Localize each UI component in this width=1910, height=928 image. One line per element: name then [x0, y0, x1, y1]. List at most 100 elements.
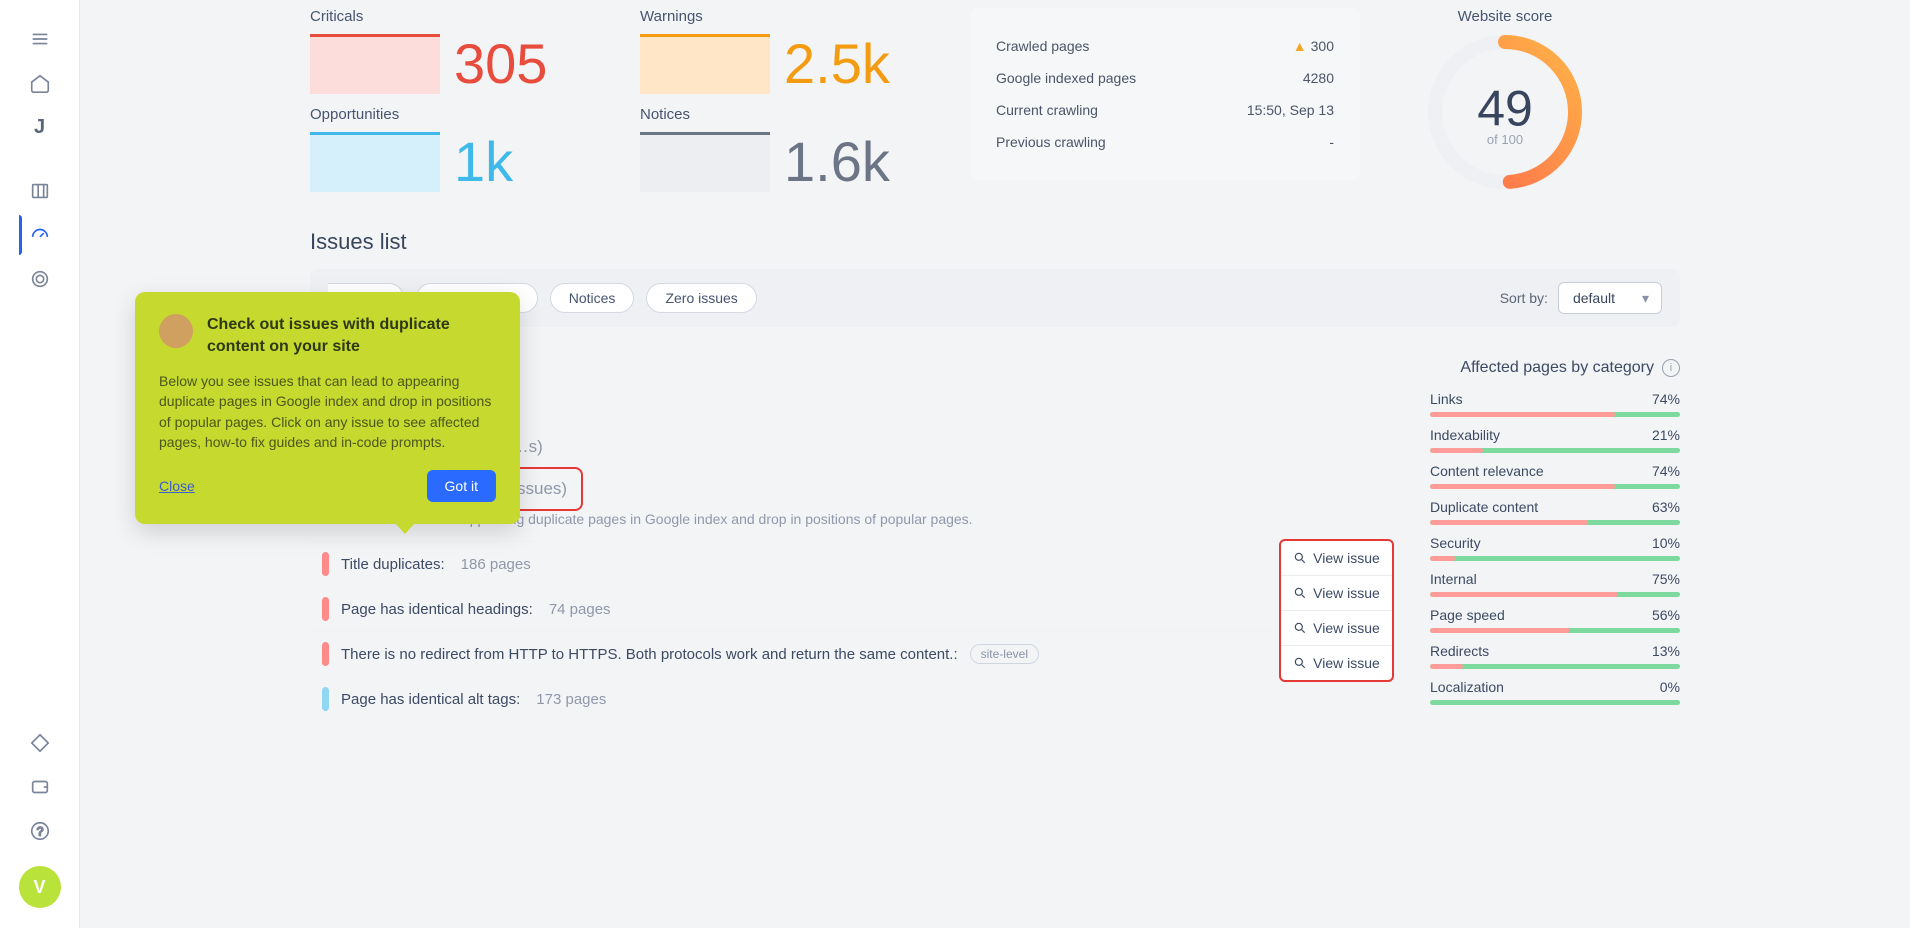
- warning-icon: ▲: [1293, 38, 1307, 54]
- category-row[interactable]: Redirects13%: [1430, 643, 1680, 659]
- onboarding-popup: Check out issues with duplicate content …: [135, 292, 520, 524]
- category-bar: [1430, 448, 1680, 453]
- help-icon[interactable]: ?: [19, 810, 61, 852]
- score-value: 49: [1477, 80, 1533, 138]
- issue-row[interactable]: Title duplicates:186 pages: [310, 541, 1394, 586]
- metric-label: Warnings: [640, 8, 940, 25]
- info-value: -: [1329, 134, 1334, 150]
- category-row[interactable]: Page speed56%: [1430, 607, 1680, 623]
- info-value: 300: [1311, 38, 1334, 54]
- view-issue-button[interactable]: View issue: [1281, 646, 1392, 680]
- view-issue-button[interactable]: View issue: [1281, 611, 1392, 646]
- search-icon: [1293, 551, 1307, 565]
- category-name: Internal: [1430, 571, 1477, 587]
- issue-pages: 186 pages: [461, 556, 531, 573]
- metric-value: 1.6k: [784, 134, 890, 190]
- category-row[interactable]: Content relevance74%: [1430, 463, 1680, 479]
- view-issue-button[interactable]: View issue: [1281, 541, 1392, 576]
- bar-icon: [310, 34, 440, 94]
- category-bar: [1430, 664, 1680, 669]
- category-row[interactable]: Links74%: [1430, 391, 1680, 407]
- sort-select[interactable]: default: [1558, 282, 1662, 314]
- metric-warnings[interactable]: Warnings 2.5k: [640, 8, 940, 94]
- filter-notices[interactable]: Notices: [550, 283, 635, 313]
- category-bar: [1430, 556, 1680, 561]
- category-bar: [1430, 592, 1680, 597]
- category-percent: 63%: [1652, 499, 1680, 515]
- severity-marker: [322, 642, 329, 666]
- sidebar: J ? V: [0, 0, 80, 928]
- issue-row[interactable]: Page has identical headings:74 pages: [310, 586, 1394, 631]
- columns-icon[interactable]: [19, 170, 61, 212]
- popup-title: Check out issues with duplicate content …: [207, 314, 496, 357]
- bar-icon: [310, 132, 440, 192]
- category-row[interactable]: Security10%: [1430, 535, 1680, 551]
- issue-pages: 173 pages: [536, 691, 606, 708]
- issue-title: There is no redirect from HTTP to HTTPS.…: [341, 646, 958, 663]
- filter-zero-issues[interactable]: Zero issues: [646, 283, 756, 313]
- category-percent: 74%: [1652, 391, 1680, 407]
- category-row[interactable]: Indexability 21%: [1430, 427, 1680, 443]
- category-bar: [1430, 520, 1680, 525]
- severity-marker: [322, 552, 329, 576]
- metric-opportunities[interactable]: Opportunities 1k: [310, 106, 610, 192]
- letter-j-icon[interactable]: J: [19, 106, 61, 148]
- metric-label: Notices: [640, 106, 940, 123]
- category-percent: 0%: [1660, 679, 1680, 695]
- info-label: Google indexed pages: [996, 70, 1136, 86]
- diamond-icon[interactable]: [19, 722, 61, 764]
- info-icon[interactable]: i: [1662, 359, 1680, 377]
- view-issue-column: View issueView issueView issueView issue: [1279, 539, 1394, 682]
- target-icon[interactable]: [19, 258, 61, 300]
- severity-marker: [322, 687, 329, 711]
- menu-icon[interactable]: [19, 18, 61, 60]
- popup-gotit-button[interactable]: Got it: [427, 470, 496, 502]
- info-value: 4280: [1303, 70, 1334, 86]
- info-label: Current crawling: [996, 102, 1098, 118]
- search-icon: [1293, 586, 1307, 600]
- issue-title: Page has identical headings:: [341, 601, 533, 618]
- category-percent: 21%: [1652, 427, 1680, 443]
- popup-close-button[interactable]: Close: [159, 478, 195, 494]
- site-level-tag: site-level: [970, 644, 1039, 664]
- category-name: Duplicate content: [1430, 499, 1538, 515]
- metric-value: 305: [454, 36, 547, 92]
- issue-row[interactable]: There is no redirect from HTTP to HTTPS.…: [310, 631, 1394, 676]
- category-bar: [1430, 700, 1680, 705]
- metric-notices[interactable]: Notices 1.6k: [640, 106, 940, 192]
- info-label: Previous crawling: [996, 134, 1106, 150]
- info-label: Crawled pages: [996, 38, 1089, 54]
- category-name: Content relevance: [1430, 463, 1544, 479]
- metric-label: Criticals: [310, 8, 610, 25]
- affected-categories: Affected pages by category i Links74% Inde…: [1430, 337, 1680, 721]
- issue-row[interactable]: Page has identical alt tags: 173 pages: [310, 676, 1394, 721]
- svg-text:?: ?: [36, 825, 43, 839]
- wallet-icon[interactable]: [19, 766, 61, 808]
- score-label: Website score: [1390, 8, 1620, 25]
- issue-title: Page has identical alt tags:: [341, 691, 520, 708]
- affected-title: Affected pages by category: [1460, 359, 1654, 377]
- issues-list-title: Issues list: [310, 229, 1680, 255]
- speed-icon[interactable]: [19, 214, 61, 256]
- metric-value: 2.5k: [784, 36, 890, 92]
- category-name: Redirects: [1430, 643, 1489, 659]
- info-value: 15:50, Sep 13: [1247, 102, 1334, 118]
- severity-marker: [322, 597, 329, 621]
- website-score: Website score 49 of 100: [1390, 8, 1620, 197]
- metric-value: 1k: [454, 134, 513, 190]
- category-percent: 10%: [1652, 535, 1680, 551]
- category-name: Page speed: [1430, 607, 1505, 623]
- category-name: Localization: [1430, 679, 1504, 695]
- crawl-info: Crawled pages ▲300 Google indexed pages 42…: [970, 8, 1360, 180]
- search-icon: [1293, 656, 1307, 670]
- metric-criticals[interactable]: Criticals 305: [310, 8, 610, 94]
- home-icon[interactable]: [19, 62, 61, 104]
- category-name: Indexability: [1430, 427, 1500, 443]
- popup-arrow-icon: [395, 523, 415, 534]
- category-row[interactable]: Localization 0%: [1430, 679, 1680, 695]
- metrics-row: Criticals 305 Opportunities 1k Warnings …: [310, 8, 1680, 197]
- view-issue-button[interactable]: View issue: [1281, 576, 1392, 611]
- category-row[interactable]: Internal75%: [1430, 571, 1680, 587]
- category-row[interactable]: Duplicate content 63%: [1430, 499, 1680, 515]
- avatar[interactable]: V: [19, 866, 61, 908]
